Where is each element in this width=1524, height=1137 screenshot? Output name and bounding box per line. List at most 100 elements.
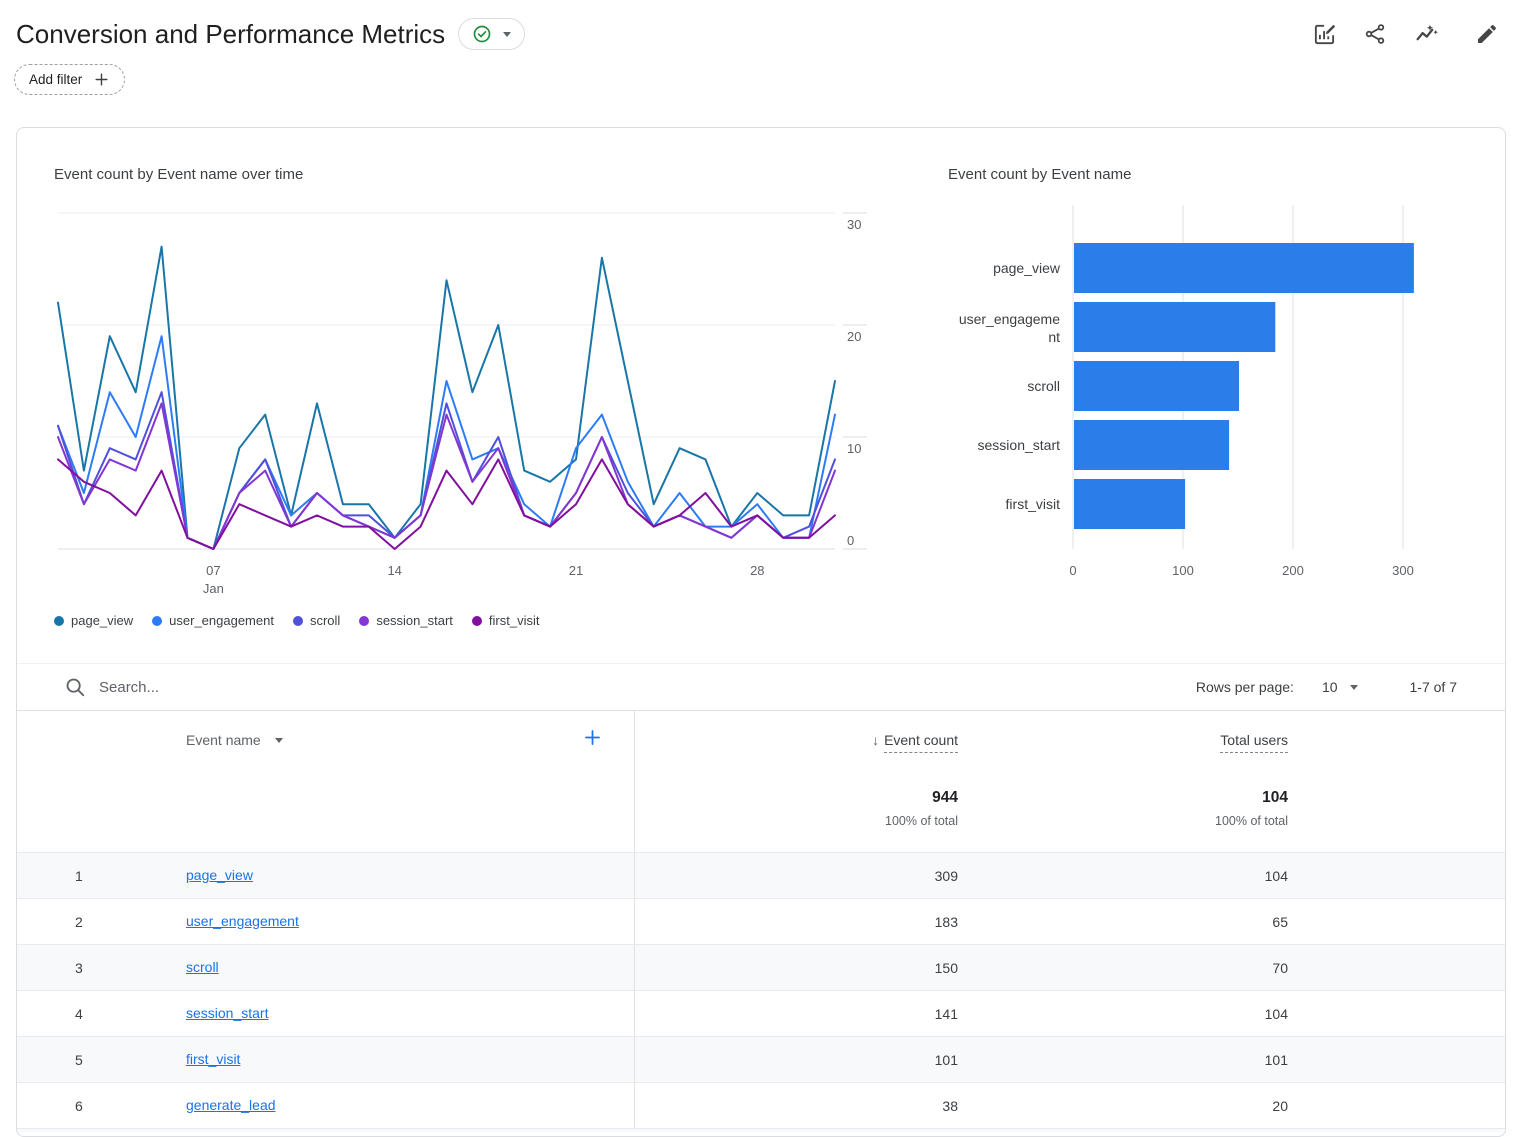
edit-pencil-icon[interactable] [1474, 21, 1500, 47]
status-pill[interactable] [458, 18, 525, 50]
legend-label: page_view [71, 613, 133, 628]
svg-text:100: 100 [1172, 563, 1194, 578]
chevron-down-icon [503, 32, 511, 37]
event-link[interactable]: first_visit [186, 1051, 240, 1067]
event-count-cell: 150 [635, 945, 960, 990]
totals-event-count-pct: 100% of total [635, 814, 958, 828]
search-icon [64, 676, 86, 698]
legend-dot-icon [472, 616, 482, 626]
add-column-button[interactable] [582, 727, 603, 753]
row-name-cell: page_view [186, 867, 253, 885]
svg-text:10: 10 [847, 441, 861, 456]
table-row: 2user_engagement18365 [17, 898, 1505, 944]
filter-row: Add filter [0, 64, 1524, 95]
legend-label: scroll [310, 613, 340, 628]
row-name-cell: session_start [186, 1005, 268, 1023]
row-name-cell: user_engagement [186, 913, 299, 931]
table-body: 1page_view3091042user_engagement183653sc… [17, 852, 1505, 1132]
total-users-cell: 20 [960, 1083, 1290, 1128]
legend-item-page_view: page_view [54, 613, 133, 628]
bar-chart-panel: Event count by Event name 0 100 200 300 page… [948, 166, 1468, 629]
svg-text:14: 14 [387, 563, 401, 578]
total-users-cell: 104 [960, 991, 1290, 1036]
insights-icon[interactable] [1413, 21, 1439, 47]
row-name-cell: scroll [186, 959, 219, 977]
line-chart-title: Event count by Event name over time [54, 166, 892, 183]
event-name-header-label: Event name [186, 732, 261, 748]
toolbar [1311, 21, 1500, 47]
svg-text:300: 300 [1392, 563, 1414, 578]
svg-text:first_visit: first_visit [1006, 496, 1061, 512]
table-toolbar: Rows per page: 10 1-7 of 7 [17, 663, 1505, 711]
add-filter-button[interactable]: Add filter [14, 64, 125, 95]
line-chart: 010203007142128Jan [54, 197, 879, 597]
row-index: 1 [17, 868, 186, 884]
svg-text:21: 21 [569, 563, 583, 578]
event-count-cell: 183 [635, 899, 960, 944]
row-filler [1290, 945, 1505, 990]
svg-text:page_view: page_view [993, 260, 1061, 276]
legend-item-session_start: session_start [359, 613, 453, 628]
metric2-header-cell: Total users [960, 711, 1290, 779]
column-header-total-users[interactable]: Total users [1220, 732, 1288, 753]
event-link[interactable]: user_engagement [186, 913, 299, 929]
row-index: 2 [17, 914, 186, 930]
event-count-cell: 141 [635, 991, 960, 1036]
sort-descending-icon: ↓ [872, 732, 879, 748]
line-chart-legend: page_view user_engagement scroll session_st… [54, 613, 892, 628]
row-left-cell: 2user_engagement [17, 899, 635, 944]
row-name-cell: first_visit [186, 1051, 240, 1069]
event-link[interactable]: scroll [186, 959, 219, 975]
event-count-cell: 309 [635, 853, 960, 898]
legend-dot-icon [359, 616, 369, 626]
svg-text:session_start: session_start [978, 437, 1061, 453]
total-users-cell: 101 [960, 1037, 1290, 1082]
event-link[interactable]: session_start [186, 1005, 268, 1021]
legend-label: session_start [376, 613, 453, 628]
row-filler [1290, 1037, 1505, 1082]
event-count-cell: 38 [635, 1083, 960, 1128]
svg-text:0: 0 [847, 533, 854, 548]
svg-text:0: 0 [1069, 563, 1076, 578]
legend-dot-icon [54, 616, 64, 626]
report-chart-edit-icon[interactable] [1311, 21, 1337, 47]
row-left-cell: 3scroll [17, 945, 635, 990]
search-input[interactable] [99, 679, 1196, 696]
column-header-event-name[interactable]: Event name [186, 732, 283, 748]
svg-text:28: 28 [750, 563, 764, 578]
share-icon[interactable] [1362, 21, 1388, 47]
rows-per-page-select[interactable]: 10 [1322, 679, 1358, 695]
row-index: 3 [17, 960, 186, 976]
dimension-header-cell: Event name [17, 711, 635, 779]
legend-label: user_engagement [169, 613, 274, 628]
total-users-cell: 104 [960, 853, 1290, 898]
table-header: Event name ↓ Event count Total users [17, 711, 1505, 779]
rows-per-page-value: 10 [1322, 679, 1338, 695]
bar-chart-title: Event count by Event name [948, 166, 1468, 183]
legend-label: first_visit [489, 613, 540, 628]
event-link[interactable]: generate_lead [186, 1097, 276, 1113]
table-row: 5first_visit101101 [17, 1036, 1505, 1082]
legend-item-scroll: scroll [293, 613, 340, 628]
svg-text:07: 07 [206, 563, 220, 578]
svg-text:200: 200 [1282, 563, 1304, 578]
event-count-header-label: Event count [884, 732, 958, 753]
plus-icon [93, 71, 110, 88]
pagination-range: 1-7 of 7 [1410, 679, 1457, 695]
row-filler [1290, 1083, 1505, 1128]
metric1-header-cell: ↓ Event count [635, 711, 960, 779]
row-left-cell: 4session_start [17, 991, 635, 1036]
event-link[interactable]: page_view [186, 867, 253, 883]
check-circle-icon [472, 24, 492, 44]
totals-total-users-value: 104 [960, 789, 1288, 807]
row-filler [1290, 991, 1505, 1036]
legend-item-user_engagement: user_engagement [152, 613, 274, 628]
table-row: 3scroll15070 [17, 944, 1505, 990]
totals-total-users-pct: 100% of total [960, 814, 1288, 828]
totals-left-cell [17, 779, 635, 852]
sort-caret-icon [275, 738, 283, 743]
legend-dot-icon [152, 616, 162, 626]
page-title: Conversion and Performance Metrics [16, 19, 445, 50]
visualization-card: Event count by Event name over time 0102… [16, 127, 1506, 1137]
column-header-event-count[interactable]: ↓ Event count [872, 732, 958, 753]
